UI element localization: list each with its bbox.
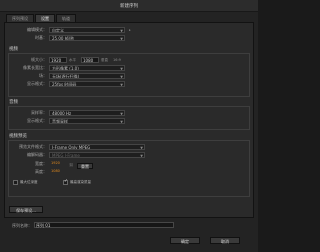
preview-file-format-label: 预览文件格式： <box>19 144 47 149</box>
codec-value: MPEG I-Frame <box>52 153 80 158</box>
chevron-down-icon: ▼ <box>140 154 143 158</box>
title-bar: 新建序列 <box>0 0 258 12</box>
edit-mode-label: 编辑模式： <box>27 27 47 32</box>
cancel-button[interactable]: 取消 <box>210 237 240 244</box>
video-display-format-label: 显示格式： <box>27 81 47 86</box>
play-icon: ▸ <box>129 28 131 32</box>
settings-panel: 编辑模式： 自定义 ▼ ▸ 时基： 25.00 帧/秒 ▼ 视频 帧大小： 19… <box>4 22 254 218</box>
sequence-name-label: 序列名称： <box>12 223 32 228</box>
fields-label: 场： <box>39 73 47 78</box>
sequence-name-input[interactable]: 序列 01 <box>34 222 174 228</box>
video-display-format-select[interactable]: 25fps 时间码 ▼ <box>49 81 125 87</box>
edit-mode-value: 自定义 <box>52 28 64 33</box>
video-display-format-value: 25fps 时间码 <box>52 82 77 87</box>
max-render-quality-label: 最高渲染质量 <box>70 180 91 184</box>
preview-section-label: 视频预览 <box>9 134 27 139</box>
sample-rate-select[interactable]: 48000 Hz ▼ <box>49 110 125 116</box>
horizontal-label: 水平 <box>69 58 76 62</box>
preview-width-value[interactable]: 1920 <box>51 161 60 165</box>
ok-button[interactable]: 确定 <box>170 237 200 244</box>
timebase-label: 时基： <box>35 35 47 40</box>
chevron-down-icon: ▼ <box>120 83 123 87</box>
frame-height-input[interactable]: 1080 <box>81 57 99 63</box>
chevron-down-icon: ▼ <box>120 112 123 116</box>
chevron-down-icon: ▼ <box>120 120 123 124</box>
vertical-label: 垂直 <box>101 58 108 62</box>
audio-display-format-select[interactable]: 音频采样 ▼ <box>49 118 125 124</box>
sample-rate-value: 48000 Hz <box>52 111 72 116</box>
save-preset-button[interactable]: 保存预设... <box>9 206 43 213</box>
chevron-down-icon: ▼ <box>140 146 143 150</box>
fields-select[interactable]: 无场(逐行扫描) ▼ <box>49 73 125 79</box>
preview-height-label: 高度： <box>35 169 47 174</box>
max-render-quality-checkbox[interactable] <box>63 179 68 185</box>
video-section-label: 视频 <box>9 47 18 52</box>
tab-bar: 序列预设 设置 轨道 <box>6 14 76 23</box>
codec-label: 编解码器： <box>27 152 47 157</box>
pixel-aspect-label: 像素长宽比： <box>23 65 47 70</box>
preview-file-format-value: I-Frame Only MPEG <box>52 145 91 150</box>
timebase-value: 25.00 帧/秒 <box>52 36 75 41</box>
aspect-ratio-text: 16:9 <box>113 58 121 62</box>
max-bit-depth-label: 最大位深度 <box>20 180 38 184</box>
audio-section-label: 音频 <box>9 100 18 105</box>
window-title: 新建序列 <box>120 4 138 9</box>
codec-select[interactable]: MPEG I-Frame ▼ <box>49 152 145 158</box>
audio-display-format-label: 显示格式： <box>27 118 47 123</box>
edit-mode-select[interactable]: 自定义 ▼ <box>49 27 125 33</box>
sample-rate-label: 采样率： <box>31 110 47 115</box>
chevron-down-icon: ▼ <box>120 29 123 33</box>
preview-file-format-select[interactable]: I-Frame Only MPEG ▼ <box>49 144 145 150</box>
frame-width-input[interactable]: 1920 <box>49 57 67 63</box>
audio-display-format-value: 音频采样 <box>52 119 68 124</box>
link-icon[interactable]: ⛓ <box>69 163 73 167</box>
chevron-down-icon: ▼ <box>120 67 123 71</box>
reset-button[interactable]: 重置 <box>77 163 93 169</box>
preview-width-label: 宽度： <box>35 161 47 166</box>
max-bit-depth-checkbox[interactable] <box>13 180 18 185</box>
timebase-select[interactable]: 25.00 帧/秒 ▼ <box>49 35 125 41</box>
preview-height-value[interactable]: 1080 <box>51 169 60 173</box>
new-sequence-dialog: 新建序列 序列预设 设置 轨道 编辑模式： 自定义 ▼ ▸ 时基： 25.00 … <box>0 0 258 252</box>
chevron-down-icon: ▼ <box>120 37 123 41</box>
fields-value: 无场(逐行扫描) <box>52 74 80 79</box>
chevron-down-icon: ▼ <box>120 75 123 79</box>
frame-size-label: 帧大小： <box>31 57 47 62</box>
pixel-aspect-value: 方形像素 (1.0) <box>52 66 79 71</box>
pixel-aspect-select[interactable]: 方形像素 (1.0) ▼ <box>49 65 125 71</box>
